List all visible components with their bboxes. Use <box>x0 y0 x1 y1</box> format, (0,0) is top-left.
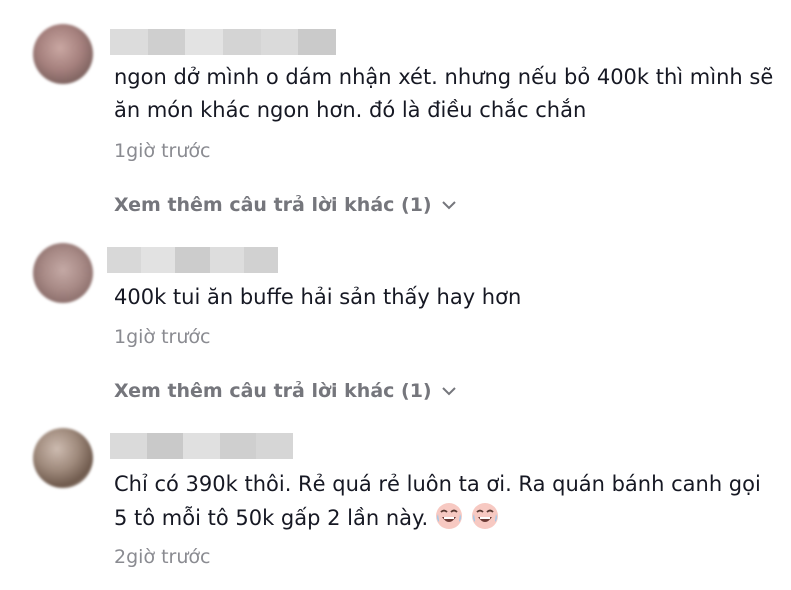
view-more-replies-label: Xem thêm câu trả lời khác (1) <box>114 194 432 216</box>
avatar[interactable] <box>33 428 93 488</box>
username[interactable] <box>107 247 278 273</box>
comment-text: Chỉ có 390k thôi. Rẻ quá rẻ luôn ta ơi. … <box>114 468 774 535</box>
view-more-replies-button[interactable]: Xem thêm câu trả lời khác (1) <box>114 380 457 402</box>
comment-text: 400k tui ăn buffe hải sản thấy hay hơn <box>114 285 522 309</box>
chevron-down-icon <box>441 387 456 396</box>
username[interactable] <box>110 433 293 459</box>
laughing-crying-emoji-icon <box>472 503 499 529</box>
comment-list: ngon dở mình o dám nhận xét. nhưng nếu b… <box>0 0 791 590</box>
avatar[interactable] <box>33 243 93 303</box>
avatar[interactable] <box>33 24 93 84</box>
laughing-crying-emoji-icon <box>436 503 463 529</box>
comment-timestamp: 1giờ trước <box>114 140 211 162</box>
view-more-replies-button[interactable]: Xem thêm câu trả lời khác (1) <box>114 194 457 216</box>
chevron-down-icon <box>441 201 456 210</box>
comment-text: ngon dở mình o dám nhận xét. nhưng nếu b… <box>114 65 780 122</box>
comment-timestamp: 1giờ trước <box>114 326 211 348</box>
username[interactable] <box>110 29 336 55</box>
view-more-replies-label: Xem thêm câu trả lời khác (1) <box>114 380 432 402</box>
comment-timestamp: 2giờ trước <box>114 546 211 568</box>
